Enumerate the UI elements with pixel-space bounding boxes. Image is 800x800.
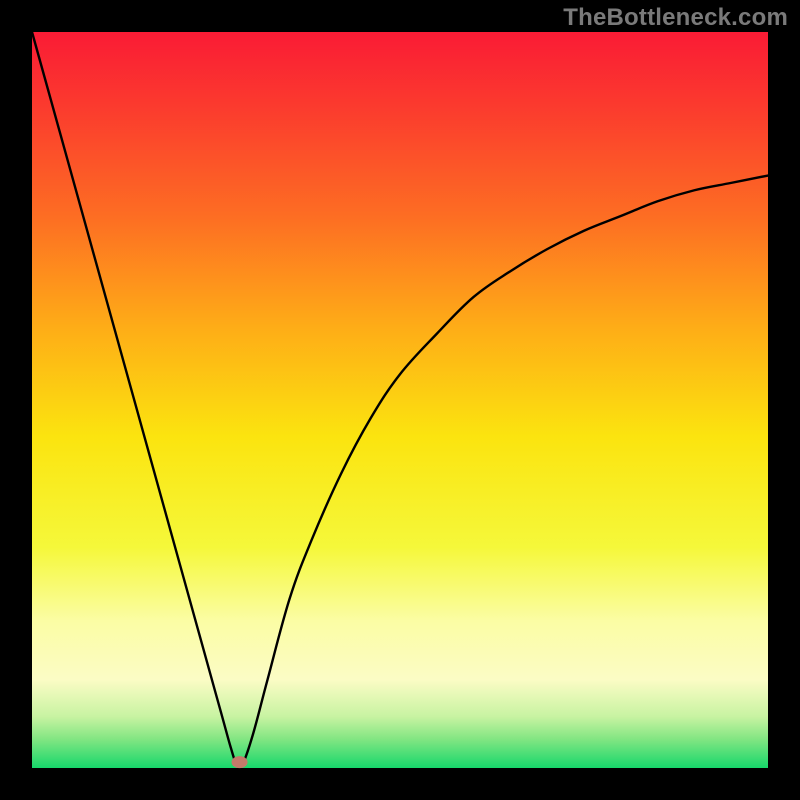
min-marker xyxy=(232,756,248,768)
plot-background xyxy=(32,32,768,768)
chart-frame: TheBottleneck.com xyxy=(0,0,800,800)
watermark-text: TheBottleneck.com xyxy=(563,4,788,32)
chart-svg xyxy=(0,0,800,800)
